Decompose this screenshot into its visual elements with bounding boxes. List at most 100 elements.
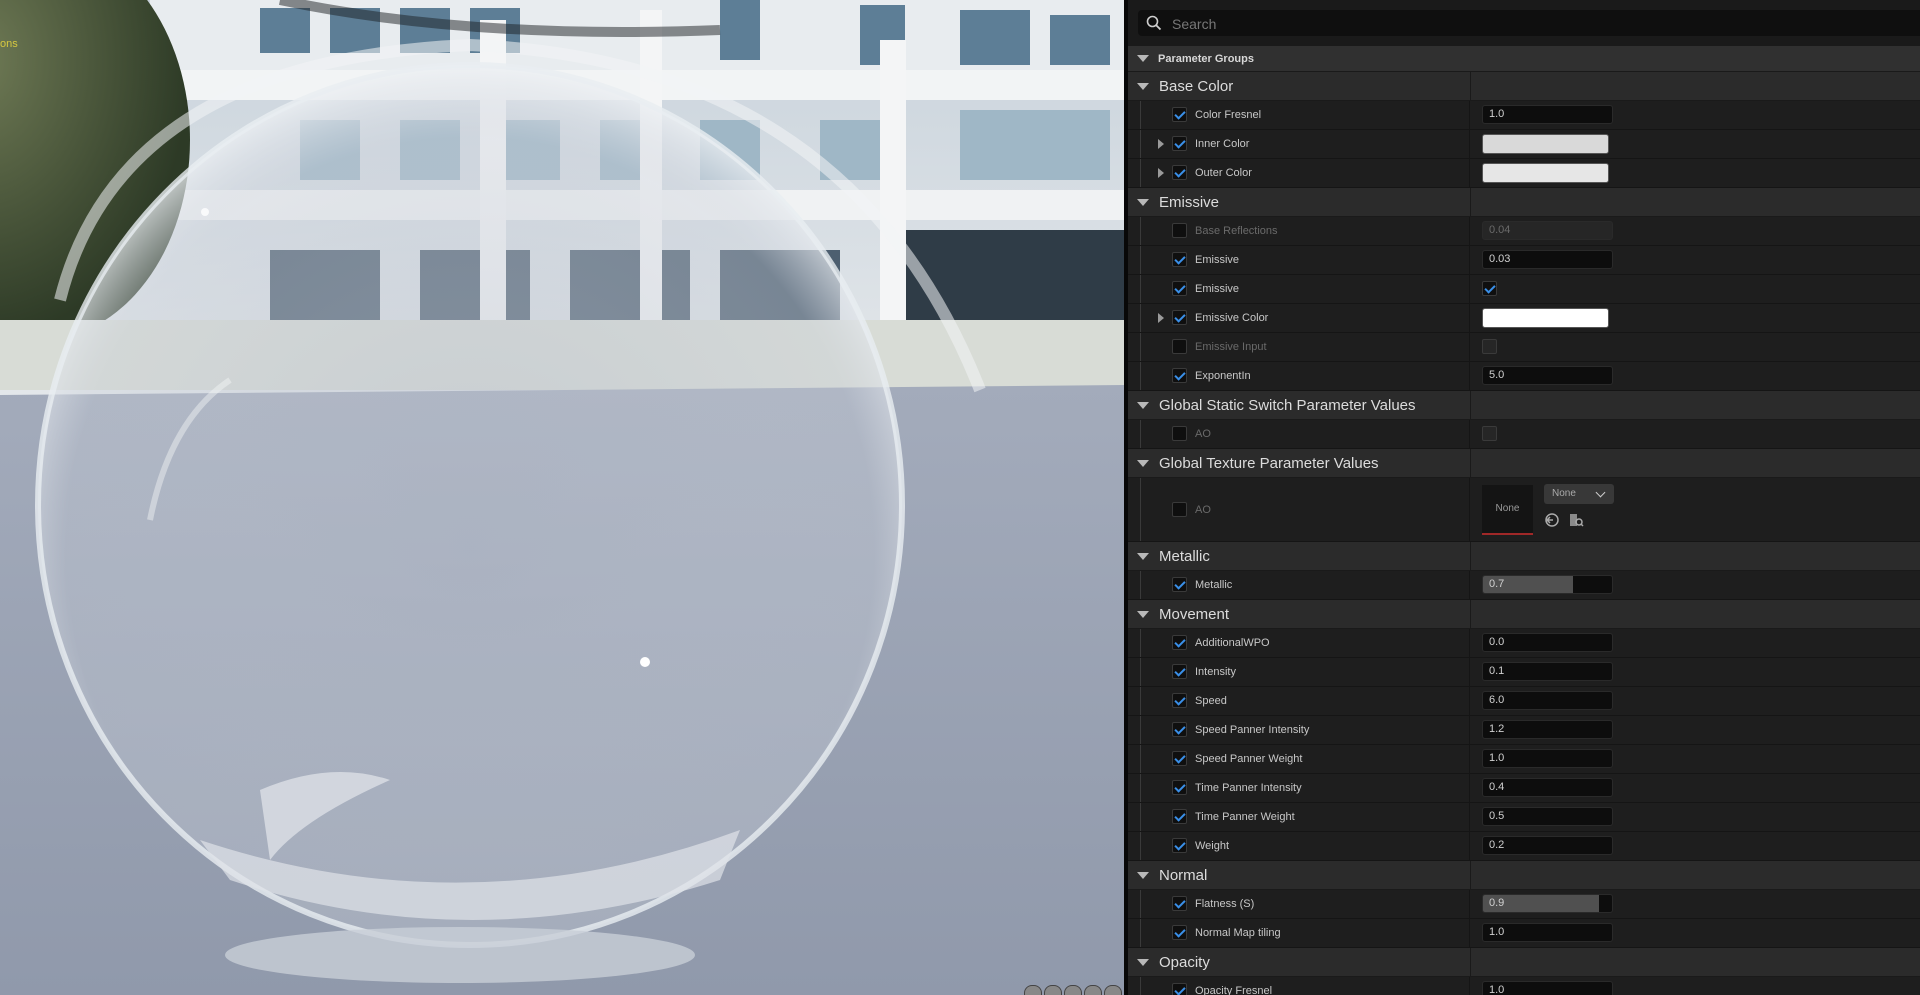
value-checkbox[interactable] — [1482, 426, 1497, 441]
number-input[interactable]: 0.04 — [1482, 221, 1613, 240]
override-checkbox[interactable] — [1172, 426, 1187, 441]
param-label: AO — [1195, 503, 1211, 516]
view-mode-button[interactable] — [1024, 985, 1042, 995]
use-selected-asset-icon[interactable] — [1544, 512, 1560, 528]
slider-input[interactable]: 0.7 — [1482, 575, 1613, 594]
collapse-triangle-icon[interactable] — [1137, 958, 1149, 966]
param-row-exponentin: ExponentIn 5.0 — [1128, 362, 1920, 391]
slider-value: 0.9 — [1489, 897, 1505, 909]
indent-guide — [1140, 890, 1141, 918]
search-input[interactable] — [1170, 12, 1874, 36]
override-checkbox[interactable] — [1172, 838, 1187, 853]
param-value-cell: 1.2 — [1470, 716, 1920, 744]
override-checkbox[interactable] — [1172, 501, 1187, 517]
override-checkbox[interactable] — [1172, 339, 1187, 354]
override-checkbox[interactable] — [1172, 107, 1187, 122]
group-header-movement[interactable]: Movement — [1128, 600, 1920, 629]
param-value-cell: None None — [1470, 478, 1920, 541]
viewport[interactable]: ons — [0, 0, 1124, 995]
number-input[interactable]: 1.0 — [1482, 105, 1613, 124]
number-input[interactable]: 0.2 — [1482, 836, 1613, 855]
number-input[interactable]: 0.1 — [1482, 662, 1613, 681]
collapse-triangle-icon[interactable] — [1137, 610, 1149, 618]
param-label: Emissive Input — [1195, 341, 1267, 353]
param-row-outer-color: Outer Color — [1128, 159, 1920, 188]
texture-thumbnail[interactable]: None — [1482, 485, 1533, 535]
override-checkbox[interactable] — [1172, 896, 1187, 911]
viewport-toolbar[interactable] — [1024, 985, 1122, 995]
collapse-triangle-icon[interactable] — [1137, 871, 1149, 879]
color-swatch[interactable] — [1482, 134, 1609, 154]
override-checkbox[interactable] — [1172, 368, 1187, 383]
texture-asset-combo[interactable]: None — [1544, 484, 1614, 504]
view-mode-button[interactable] — [1104, 985, 1122, 995]
override-checkbox[interactable] — [1172, 136, 1187, 151]
param-row-inner-color: Inner Color — [1128, 130, 1920, 159]
override-checkbox[interactable] — [1172, 664, 1187, 679]
expand-arrow-icon[interactable] — [1158, 313, 1164, 323]
browse-asset-icon[interactable] — [1568, 512, 1584, 528]
view-mode-button[interactable] — [1044, 985, 1062, 995]
override-checkbox[interactable] — [1172, 310, 1187, 325]
group-header-global-texture-parameter-values[interactable]: Global Texture Parameter Values — [1128, 449, 1920, 478]
value-checkbox[interactable] — [1482, 281, 1497, 296]
collapse-triangle-icon[interactable] — [1137, 198, 1149, 206]
override-checkbox[interactable] — [1172, 252, 1187, 267]
param-row-ao: AO None None — [1128, 478, 1920, 542]
override-checkbox[interactable] — [1172, 165, 1187, 180]
view-mode-button[interactable] — [1084, 985, 1102, 995]
expand-arrow-icon[interactable] — [1158, 139, 1164, 149]
value-checkbox[interactable] — [1482, 339, 1497, 354]
group-header-opacity[interactable]: Opacity — [1128, 948, 1920, 977]
override-checkbox[interactable] — [1172, 577, 1187, 592]
color-swatch[interactable] — [1482, 308, 1609, 328]
number-input[interactable]: 0.4 — [1482, 778, 1613, 797]
search-box[interactable] — [1138, 10, 1920, 36]
number-input[interactable]: 6.0 — [1482, 691, 1613, 710]
number-input[interactable]: 0.03 — [1482, 250, 1613, 269]
slider-input[interactable]: 0.9 — [1482, 894, 1613, 913]
search-icon — [1146, 15, 1162, 31]
collapse-triangle-icon[interactable] — [1137, 55, 1149, 62]
group-header-normal[interactable]: Normal — [1128, 861, 1920, 890]
group-header-base-color[interactable]: Base Color — [1128, 72, 1920, 101]
param-row-emissive: Emissive 0.03 — [1128, 246, 1920, 275]
number-input[interactable]: 5.0 — [1482, 366, 1613, 385]
override-checkbox[interactable] — [1172, 693, 1187, 708]
column-divider — [1470, 600, 1471, 628]
param-label: Opacity Fresnel — [1195, 985, 1273, 995]
override-checkbox[interactable] — [1172, 223, 1187, 238]
number-input[interactable]: 1.0 — [1482, 981, 1613, 995]
number-input[interactable]: 1.2 — [1482, 720, 1613, 739]
override-checkbox[interactable] — [1172, 751, 1187, 766]
number-value: 1.0 — [1489, 984, 1505, 995]
override-checkbox[interactable] — [1172, 925, 1187, 940]
parameter-groups-header[interactable]: Parameter Groups — [1128, 46, 1920, 72]
param-row-emissive-input: Emissive Input — [1128, 333, 1920, 362]
override-checkbox[interactable] — [1172, 635, 1187, 650]
override-checkbox[interactable] — [1172, 983, 1187, 995]
override-checkbox[interactable] — [1172, 780, 1187, 795]
param-label: Emissive Color — [1195, 312, 1269, 324]
param-value-cell: 0.9 — [1470, 890, 1920, 918]
view-mode-button[interactable] — [1064, 985, 1082, 995]
param-value-cell — [1470, 420, 1920, 448]
collapse-triangle-icon[interactable] — [1137, 82, 1149, 90]
color-swatch[interactable] — [1482, 163, 1609, 183]
number-value: 6.0 — [1489, 694, 1505, 706]
override-checkbox[interactable] — [1172, 281, 1187, 296]
collapse-triangle-icon[interactable] — [1137, 401, 1149, 409]
override-checkbox[interactable] — [1172, 809, 1187, 824]
number-input[interactable]: 1.0 — [1482, 749, 1613, 768]
expand-arrow-icon[interactable] — [1158, 168, 1164, 178]
override-checkbox[interactable] — [1172, 722, 1187, 737]
collapse-triangle-icon[interactable] — [1137, 552, 1149, 560]
group-header-emissive[interactable]: Emissive — [1128, 188, 1920, 217]
number-input[interactable]: 0.5 — [1482, 807, 1613, 826]
number-input[interactable]: 0.0 — [1482, 633, 1613, 652]
group-header-global-static-switch-parameter-values[interactable]: Global Static Switch Parameter Values — [1128, 391, 1920, 420]
param-label: Normal Map tiling — [1195, 927, 1281, 939]
number-input[interactable]: 1.0 — [1482, 923, 1613, 942]
group-header-metallic[interactable]: Metallic — [1128, 542, 1920, 571]
collapse-triangle-icon[interactable] — [1137, 459, 1149, 467]
